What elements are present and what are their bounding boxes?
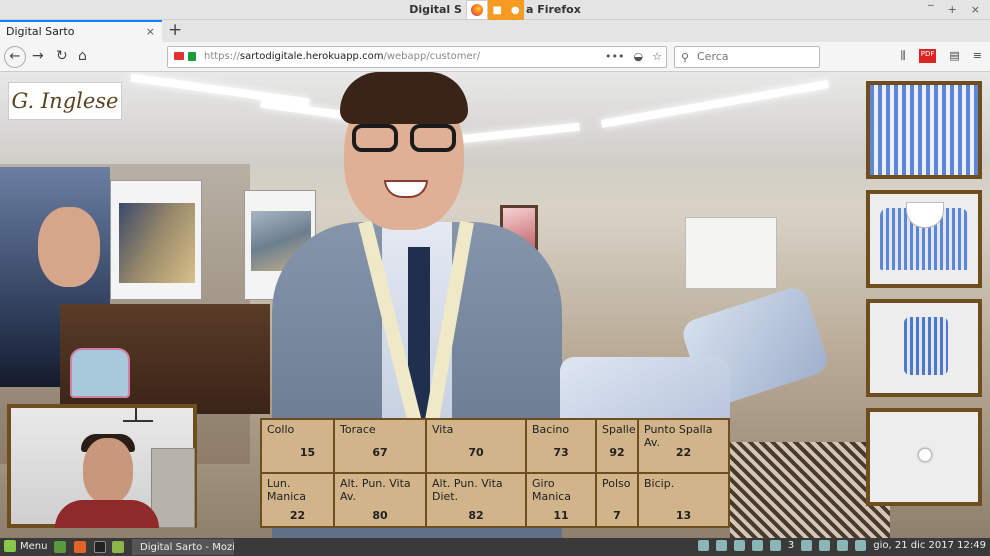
camera-permission-icon[interactable] bbox=[174, 52, 184, 60]
back-icon[interactable]: ← bbox=[4, 46, 26, 68]
start-menu-button[interactable]: Menu bbox=[4, 540, 47, 552]
video-stage: G. Inglese Collo 15 Torace 67 Vita 70 Bacin… bbox=[0, 72, 990, 538]
updates-count: 3 bbox=[787, 540, 795, 551]
url-actions: ••• ◒ ☆ bbox=[605, 50, 662, 63]
collar-option[interactable] bbox=[866, 190, 982, 288]
self-camera-preview bbox=[7, 404, 197, 528]
firefox-launcher-icon[interactable] bbox=[74, 541, 86, 553]
page-actions-icon[interactable]: ••• bbox=[605, 50, 624, 63]
show-desktop-icon[interactable] bbox=[54, 541, 66, 553]
measurement-cell: Torace 67 bbox=[334, 419, 426, 473]
maximize-icon[interactable]: + bbox=[948, 3, 957, 16]
pocket-icon[interactable]: ◒ bbox=[634, 50, 644, 63]
terminal-icon[interactable] bbox=[94, 541, 106, 553]
search-icon: ⚲ bbox=[681, 51, 690, 64]
notifications-icon[interactable] bbox=[769, 540, 781, 551]
home-icon[interactable]: ⌂ bbox=[78, 48, 87, 64]
taskbar: Menu Digital Sarto - Mozill... 3 gio, 21… bbox=[0, 538, 990, 556]
measurement-cell: Alt. Pun. Vita Diet. 82 bbox=[426, 473, 526, 527]
reload-icon[interactable]: ↻ bbox=[56, 48, 68, 64]
navigation-toolbar: ← → ↻ ⌂ https://sartodigitale.herokuapp.… bbox=[0, 42, 990, 72]
mint-menu-icon bbox=[4, 540, 16, 552]
window-controls: ‾ + × bbox=[928, 3, 980, 16]
window-titlebar: Digital Sa Firefox ■ ● ‾ + × bbox=[0, 0, 990, 20]
measurements-table: Collo 15 Torace 67 Vita 70 Bacino 73 Spalle 9… bbox=[260, 418, 730, 528]
measurement-cell: Collo 15 bbox=[261, 419, 334, 473]
forward-icon[interactable]: → bbox=[32, 48, 44, 64]
close-tab-icon[interactable]: × bbox=[146, 25, 155, 38]
url-text[interactable]: https://sartodigitale.herokuapp.com/weba… bbox=[204, 51, 480, 62]
url-bar[interactable]: https://sartodigitale.herokuapp.com/weba… bbox=[167, 46, 667, 68]
tab-bar: Digital Sarto × + bbox=[0, 20, 990, 42]
firefox-icon bbox=[466, 0, 488, 20]
tab-label: Digital Sarto bbox=[6, 25, 75, 38]
dropbox-icon[interactable] bbox=[715, 540, 727, 551]
update-manager-icon[interactable] bbox=[697, 540, 709, 551]
fabric-swatch[interactable] bbox=[866, 81, 982, 179]
browser-tools: ⫼ PDF ▤ ≡ bbox=[901, 49, 982, 63]
clock[interactable]: gio, 21 dic 2017 12:49 bbox=[873, 540, 986, 551]
battery-icon[interactable] bbox=[855, 540, 867, 551]
close-window-icon[interactable]: × bbox=[971, 3, 980, 16]
bluetooth-icon[interactable] bbox=[733, 540, 745, 551]
measurement-cell: Punto Spalla Av. 22 bbox=[638, 419, 729, 473]
files-icon[interactable] bbox=[112, 541, 124, 553]
measurement-cell: Alt. Pun. Vita Av. 80 bbox=[334, 473, 426, 527]
measurement-cell: Bacino 73 bbox=[526, 419, 596, 473]
measurement-cell: Vita 70 bbox=[426, 419, 526, 473]
network-icon[interactable] bbox=[819, 540, 831, 551]
camera-icon: ■ bbox=[492, 4, 502, 16]
library-icon[interactable]: ⫼ bbox=[901, 49, 906, 63]
measurement-cell: Giro Manica 11 bbox=[526, 473, 596, 527]
cuff-icon bbox=[904, 317, 948, 375]
cuff-option[interactable] bbox=[866, 299, 982, 397]
media-sharing-indicator[interactable]: ■ ● bbox=[466, 0, 524, 20]
volume-icon[interactable] bbox=[837, 540, 849, 551]
search-input[interactable] bbox=[697, 50, 815, 63]
tab-digital-sarto[interactable]: Digital Sarto × bbox=[0, 20, 162, 42]
bag bbox=[70, 348, 130, 398]
hamburger-menu-icon[interactable]: ≡ bbox=[973, 49, 982, 63]
sidebar-icon[interactable]: ▤ bbox=[949, 49, 959, 63]
bookmark-star-icon[interactable]: ☆ bbox=[652, 50, 662, 63]
measurement-cell: Polso 7 bbox=[596, 473, 638, 527]
applet-icon[interactable] bbox=[751, 540, 763, 551]
search-box[interactable]: ⚲ bbox=[674, 46, 820, 68]
brand-logo: G. Inglese bbox=[8, 82, 122, 120]
new-tab-icon[interactable]: + bbox=[168, 20, 182, 40]
lock-icon[interactable] bbox=[188, 52, 196, 61]
wall-notes bbox=[685, 217, 777, 289]
measurement-cell: Lun. Manica 22 bbox=[261, 473, 334, 527]
poster bbox=[110, 180, 202, 300]
button-option[interactable] bbox=[866, 408, 982, 506]
measurement-cell: Bicip. 13 bbox=[638, 473, 729, 527]
taskbar-firefox-window[interactable]: Digital Sarto - Mozill... bbox=[132, 539, 234, 555]
microphone-icon: ● bbox=[510, 4, 520, 16]
measurement-cell: Spalle 92 bbox=[596, 419, 638, 473]
system-tray: 3 gio, 21 dic 2017 12:49 bbox=[697, 540, 986, 551]
user-icon[interactable] bbox=[801, 540, 813, 551]
camera-microphone-icon[interactable]: ■ ● bbox=[488, 0, 524, 20]
wall-photo-face bbox=[38, 207, 100, 287]
collar-shirt-icon bbox=[880, 202, 968, 270]
button-icon bbox=[918, 448, 932, 462]
minimize-icon[interactable]: ‾ bbox=[928, 3, 934, 16]
pdf-extension-icon[interactable]: PDF bbox=[918, 49, 937, 63]
